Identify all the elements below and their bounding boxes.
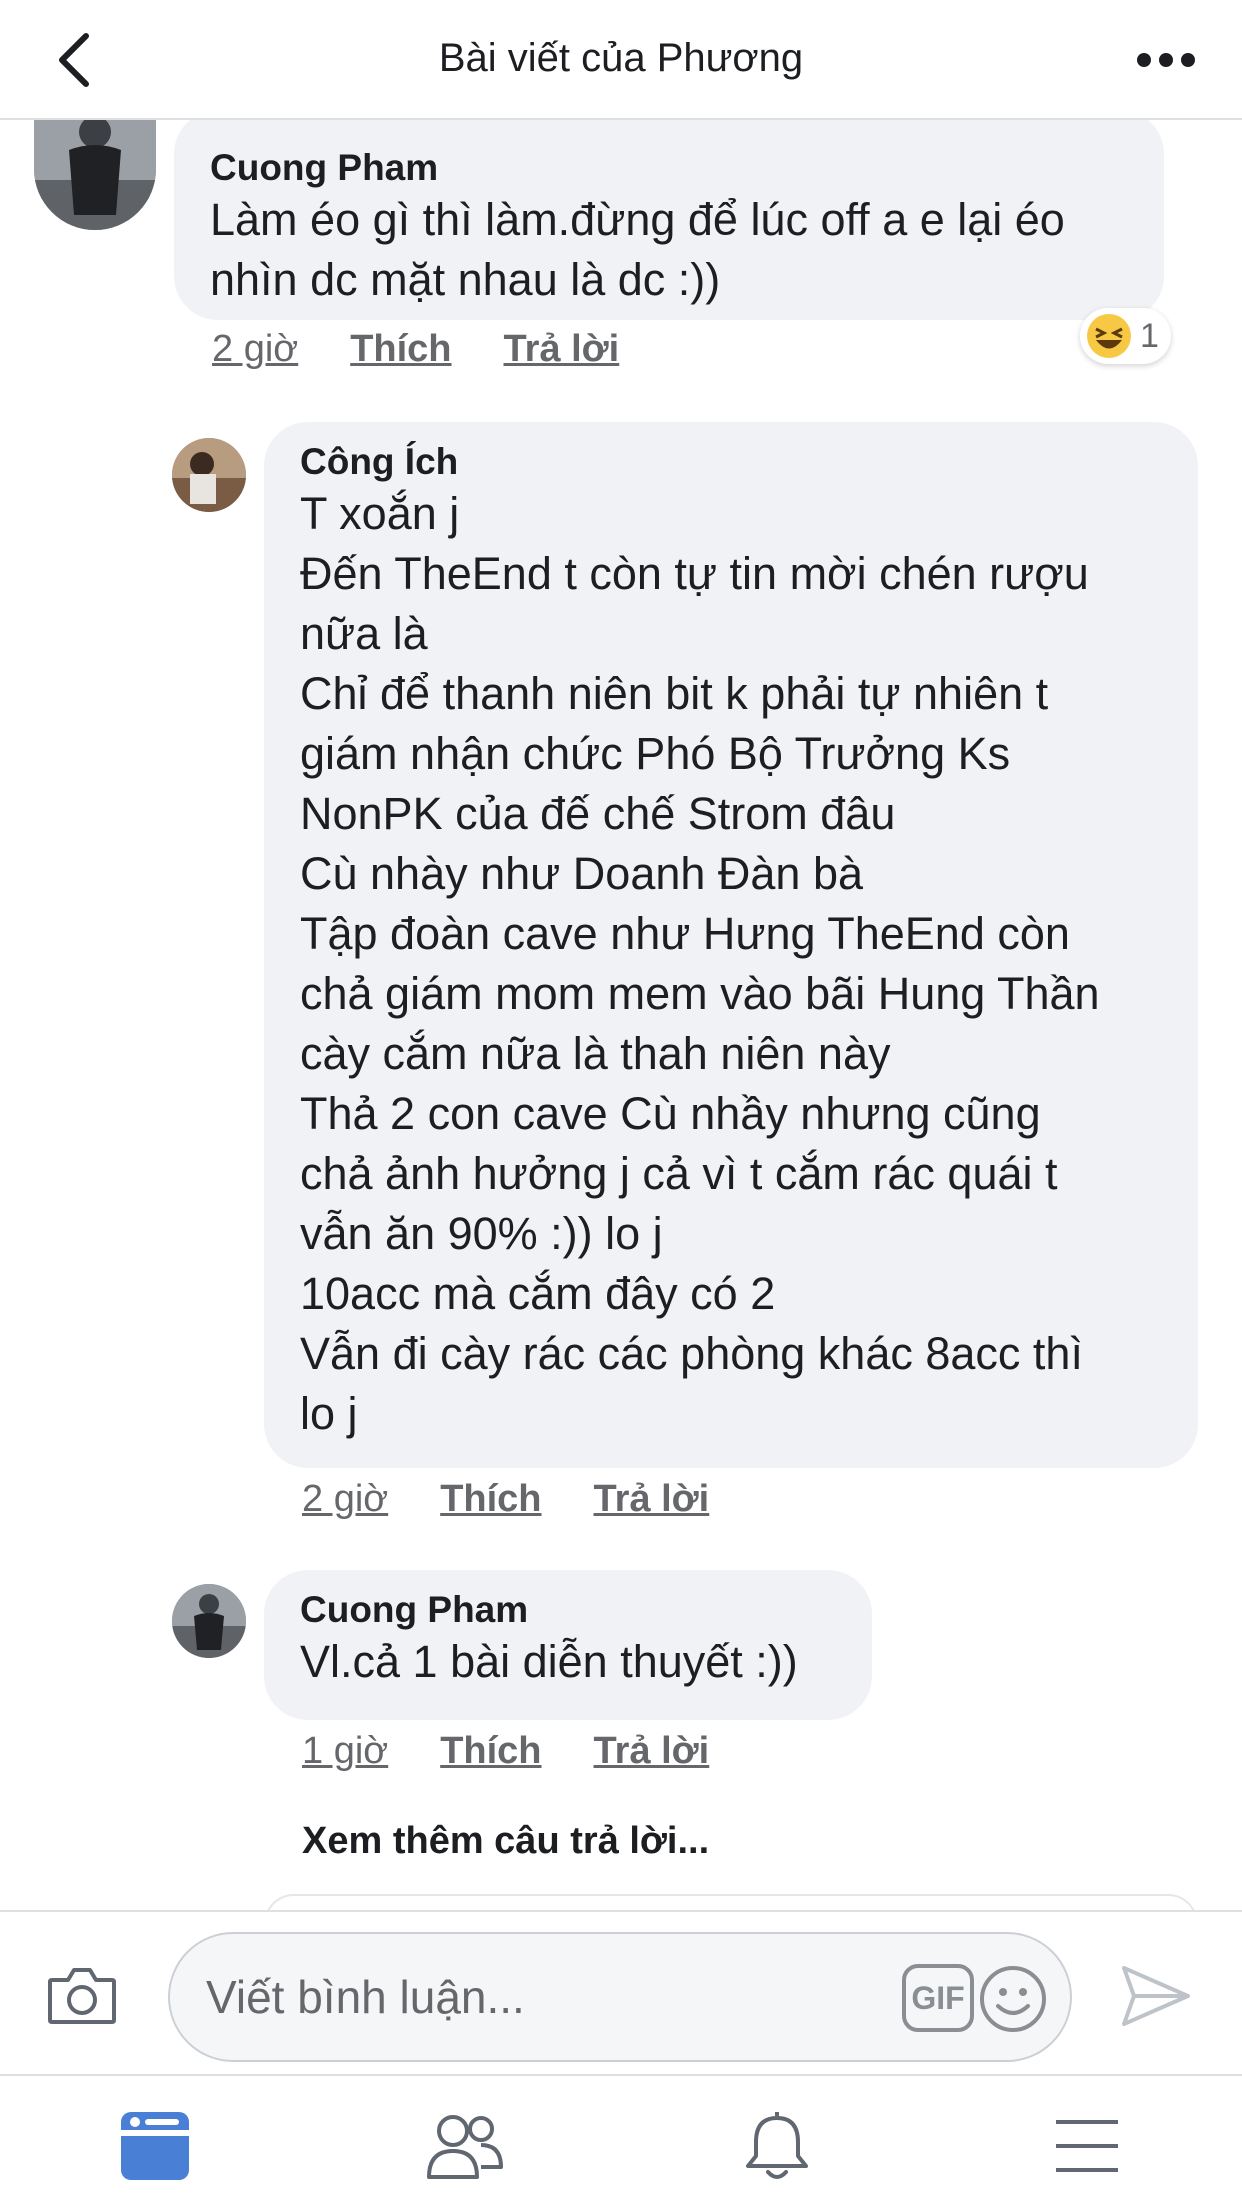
comment-placeholder: Viết bình luận... (206, 1971, 525, 2023)
send-icon (1122, 1966, 1190, 2026)
send-button[interactable] (1120, 1964, 1192, 2033)
comment-text: Làm éo gì thì làm.đừng để lúc off a e lạ… (210, 194, 1065, 305)
reply-button[interactable]: Trả lời (504, 328, 620, 371)
reaction-count: 1 (1140, 316, 1159, 355)
view-more-replies-link[interactable]: Xem thêm câu trả lời... (302, 1820, 709, 1863)
emoji-button[interactable] (978, 1964, 1048, 2039)
bottom-tab-bar (0, 2074, 1242, 2208)
tab-menu[interactable] (1042, 2106, 1132, 2186)
reply-button[interactable]: Trả lời (594, 1730, 710, 1773)
comment-time[interactable]: 1 giờ (302, 1730, 388, 1773)
comment-composer: Viết bình luận... GIF (0, 1910, 1242, 2074)
comment-meta: 2 giờ Thích Trả lời (302, 1478, 761, 1521)
avatar[interactable] (172, 438, 246, 512)
comment-thread: Cuong Pham Làm éo gì thì làm.đừng để lúc… (0, 120, 1242, 1910)
comment-bubble[interactable]: Công Ích T xoắn j Đến TheEnd t còn tự ti… (264, 422, 1198, 1468)
avatar[interactable] (34, 120, 156, 230)
comment-time[interactable]: 2 giờ (212, 328, 298, 371)
comment-bubble[interactable]: Cuong Pham Làm éo gì thì làm.đừng để lúc… (174, 120, 1164, 320)
haha-reaction-icon (1087, 314, 1131, 358)
comment-meta: 2 giờ Thích Trả lời (212, 328, 671, 371)
comment-bubble (264, 1894, 1198, 1910)
reaction-summary[interactable]: 1 (1080, 308, 1171, 364)
notifications-icon (746, 2112, 808, 2179)
camera-button[interactable] (46, 1964, 118, 2031)
gif-button[interactable]: GIF (902, 1964, 974, 2032)
comment-author[interactable]: Cuong Pham (210, 146, 1128, 190)
comment-meta: 1 giờ Thích Trả lời (302, 1730, 761, 1773)
like-button[interactable]: Thích (440, 1730, 541, 1773)
comment-author[interactable]: Công Ích (300, 440, 1162, 484)
like-button[interactable]: Thích (440, 1478, 541, 1521)
friends-icon (427, 2115, 503, 2179)
comment-text: Vl.cả 1 bài diễn thuyết :)) (300, 1636, 798, 1687)
comment-time[interactable]: 2 giờ (302, 1478, 388, 1521)
reply-button[interactable]: Trả lời (594, 1478, 710, 1521)
comment-bubble[interactable]: Cuong Pham Vl.cả 1 bài diễn thuyết :)) (264, 1570, 872, 1720)
more-options-button[interactable] (1126, 40, 1206, 80)
menu-icon (1056, 2120, 1118, 2172)
camera-icon (48, 1968, 116, 2024)
comment-text: T xoắn j Đến TheEnd t còn tự tin mời ché… (300, 488, 1100, 1439)
comment-author[interactable]: Cuong Pham (300, 1588, 836, 1632)
avatar[interactable] (172, 1584, 246, 1658)
more-horizontal-icon (1137, 53, 1151, 67)
tab-news-feed[interactable] (110, 2106, 200, 2186)
page-title: Bài viết của Phương (438, 36, 804, 80)
news-feed-icon (121, 2112, 189, 2180)
tab-friends[interactable] (420, 2106, 510, 2186)
top-nav-bar: Bài viết của Phương (0, 0, 1242, 120)
comment-input[interactable]: Viết bình luận... GIF (168, 1932, 1072, 2062)
gif-label: GIF (911, 1979, 965, 2016)
tab-notifications[interactable] (732, 2106, 822, 2186)
emoji-icon (980, 1966, 1046, 2032)
like-button[interactable]: Thích (350, 328, 451, 371)
